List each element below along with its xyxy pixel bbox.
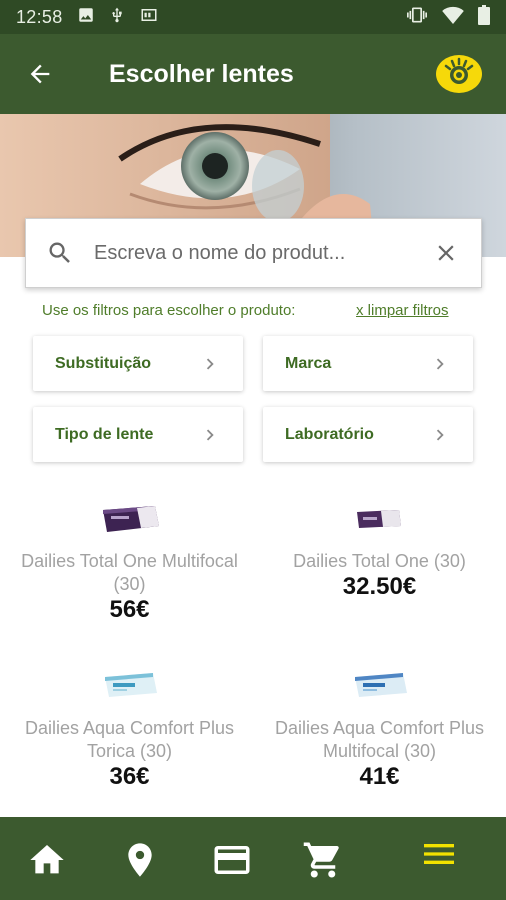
menu-icon xyxy=(424,844,454,864)
product-card[interactable]: Dailies Aqua Comfort Plus Multifocal (30… xyxy=(253,665,506,791)
product-image xyxy=(102,506,159,532)
filter-label: Laboratório xyxy=(285,425,374,443)
product-name: Dailies Total One Multifocal (30) xyxy=(21,551,238,594)
nav-menu-button[interactable] xyxy=(416,831,462,877)
vibrate-icon xyxy=(406,5,428,30)
chevron-right-icon xyxy=(436,429,444,440)
product-name: Dailies Total One (30) xyxy=(293,551,466,571)
arrow-left-icon xyxy=(30,64,50,84)
product-card[interactable]: Dailies Total One (30) 32.50€ xyxy=(253,498,506,601)
page-title: Escolher lentes xyxy=(109,59,294,88)
product-image xyxy=(104,673,157,697)
image-icon xyxy=(77,6,95,29)
product-name: Dailies Aqua Comfort Plus Torica (30) xyxy=(24,718,235,761)
chevron-right-icon xyxy=(436,358,444,369)
product-name: Dailies Aqua Comfort Plus Multifocal (30… xyxy=(274,718,485,761)
filter-marca-button[interactable]: Marca xyxy=(263,336,473,391)
filter-label: Marca xyxy=(285,354,332,372)
bottom-navigation xyxy=(0,817,506,900)
product-image xyxy=(354,673,407,697)
nav-home-button[interactable] xyxy=(24,837,70,883)
credit-card-icon xyxy=(214,846,250,874)
nav-location-button[interactable] xyxy=(117,837,163,883)
app-bar: Escolher lentes xyxy=(0,34,506,114)
eye-logo-icon[interactable] xyxy=(436,55,482,93)
nav-cart-button[interactable] xyxy=(300,837,346,883)
filter-hint: Use os filtros para escolher o produto: xyxy=(42,302,296,319)
product-price: 56€ xyxy=(109,596,150,623)
wifi-icon xyxy=(442,6,464,29)
product-price: 36€ xyxy=(109,763,150,790)
location-pin-icon xyxy=(128,843,152,877)
product-card[interactable]: Dailies Total One Multifocal (30) 56€ xyxy=(3,498,256,624)
filter-label: Substituição xyxy=(55,354,152,372)
nav-card-button[interactable] xyxy=(209,837,255,883)
search-bar xyxy=(25,218,482,288)
product-price: 41€ xyxy=(359,763,400,790)
cart-icon xyxy=(303,842,339,878)
chevron-right-icon xyxy=(206,429,214,440)
usb-icon xyxy=(109,5,125,30)
battery-icon xyxy=(478,4,490,30)
close-icon[interactable] xyxy=(433,240,459,266)
filter-label: Tipo de lente xyxy=(55,425,154,443)
filter-laboratorio-button[interactable]: Laboratório xyxy=(263,407,473,462)
back-button[interactable] xyxy=(0,34,80,114)
home-icon xyxy=(30,845,64,874)
filter-substituicao-button[interactable]: Substituição xyxy=(33,336,243,391)
cast-icon xyxy=(139,6,159,29)
filter-tipo-de-lente-button[interactable]: Tipo de lente xyxy=(33,407,243,462)
status-time: 12:58 xyxy=(16,6,63,27)
search-input[interactable] xyxy=(94,241,433,265)
product-price: 32.50€ xyxy=(342,573,417,600)
clear-filters-link[interactable]: x limpar filtros xyxy=(356,302,449,319)
status-bar: 12:58 xyxy=(0,0,506,34)
chevron-right-icon xyxy=(206,358,214,369)
product-card[interactable]: Dailies Aqua Comfort Plus Torica (30) 36… xyxy=(3,665,256,791)
product-image xyxy=(356,510,401,528)
search-icon xyxy=(46,239,74,267)
